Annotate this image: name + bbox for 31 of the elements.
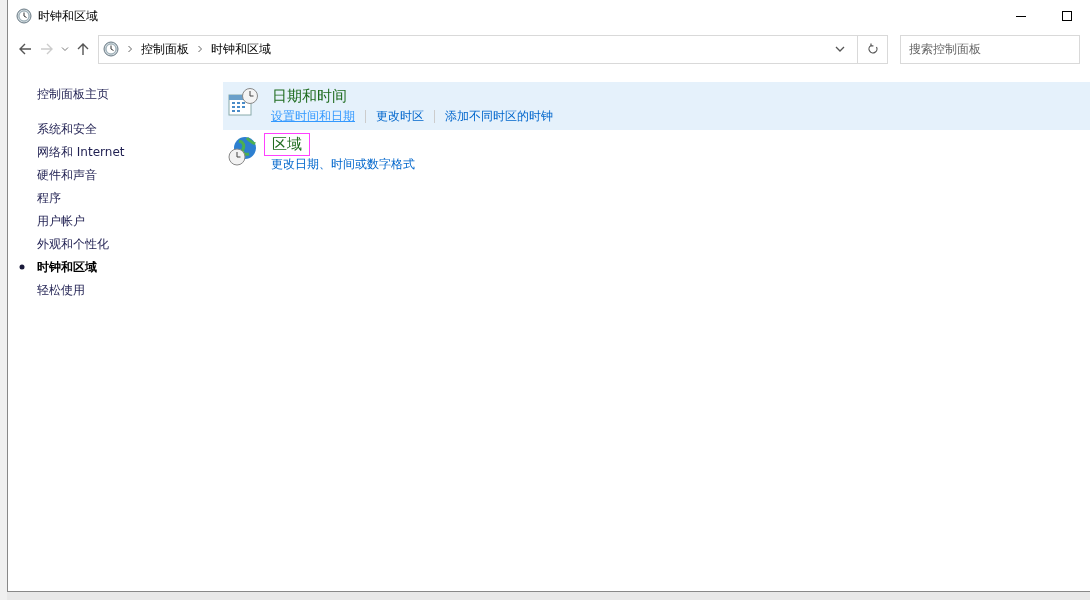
- address-bar[interactable]: 控制面板 时钟和区域: [98, 34, 888, 64]
- breadcrumb[interactable]: 时钟和区域: [211, 40, 271, 58]
- sidebar-item[interactable]: 时钟和区域: [37, 258, 97, 276]
- back-arrow-icon[interactable]: [18, 42, 32, 56]
- clock-globe-icon: [16, 8, 32, 24]
- sidebar-item[interactable]: 轻松使用: [37, 281, 85, 299]
- calendar-clock-icon: [227, 87, 259, 119]
- sidebar-item[interactable]: 系统和安全: [37, 120, 97, 138]
- search-field[interactable]: 搜索控制面板: [900, 34, 1080, 64]
- sidebar-item[interactable]: 程序: [37, 189, 61, 207]
- task-link[interactable]: 更改时区: [376, 108, 424, 125]
- sidebar-item[interactable]: 网络和 Internet: [37, 143, 125, 161]
- category-title-link[interactable]: 区域: [264, 133, 310, 156]
- sidebar-item[interactable]: 外观和个性化: [37, 235, 109, 253]
- refresh-icon[interactable]: [866, 43, 879, 55]
- task-link[interactable]: 添加不同时区的时钟: [445, 108, 553, 125]
- task-link[interactable]: 更改日期、时间或数字格式: [271, 156, 415, 173]
- clock-globe-icon: [103, 41, 119, 57]
- category-title-link[interactable]: 日期和时间: [264, 85, 355, 108]
- sidebar-item[interactable]: 用户帐户: [37, 212, 85, 230]
- chevron-icon: [127, 45, 133, 53]
- sidebar-item[interactable]: 硬件和声音: [37, 166, 97, 184]
- breadcrumb[interactable]: 控制面板: [141, 40, 189, 58]
- maximize-icon[interactable]: [1061, 10, 1073, 22]
- dropdown-icon[interactable]: [835, 46, 845, 52]
- chevron-icon: [197, 45, 203, 53]
- up-arrow-icon[interactable]: [76, 42, 90, 56]
- sidebar-link[interactable]: 控制面板主页: [37, 86, 109, 103]
- globe-clock-icon: [227, 135, 259, 167]
- bullet-icon: [19, 264, 25, 270]
- window-title: 时钟和区域: [38, 7, 98, 25]
